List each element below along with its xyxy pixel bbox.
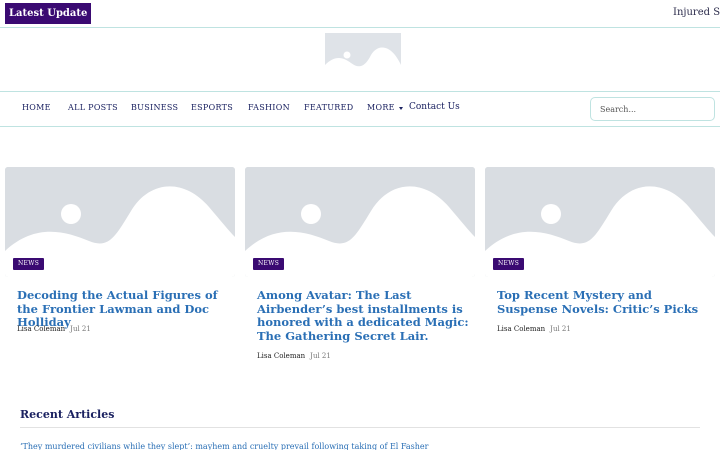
nav-more[interactable]: MORE	[367, 103, 403, 112]
search-input[interactable]	[590, 97, 715, 121]
section-divider	[20, 427, 700, 428]
article-meta: Lisa Coleman Jul 21	[497, 325, 571, 333]
nav-home[interactable]: HOME	[22, 103, 51, 112]
image-placeholder-icon	[325, 33, 401, 83]
nav-fashion[interactable]: FASHION	[248, 103, 290, 112]
publish-date: Jul 21	[70, 325, 91, 333]
ticker-bar: Latest Update Injured Se	[0, 0, 720, 28]
category-badge[interactable]: NEWS	[493, 258, 525, 270]
author-name[interactable]: Lisa Coleman	[17, 325, 65, 333]
category-badge[interactable]: NEWS	[13, 258, 45, 270]
article-meta: Lisa Coleman Jul 21	[257, 352, 331, 360]
nav-featured[interactable]: FEATURED	[304, 103, 354, 112]
nav-esports[interactable]: ESPORTS	[191, 103, 233, 112]
publish-date: Jul 21	[550, 325, 571, 333]
site-logo[interactable]	[325, 33, 401, 83]
publish-date: Jul 21	[310, 352, 331, 360]
nav-all-posts[interactable]: ALL POSTS	[68, 103, 118, 112]
nav-more-label: MORE	[367, 103, 395, 112]
recent-article-link[interactable]: ‘They murdered civilians while they slep…	[20, 442, 428, 450]
article-title[interactable]: Among Avatar: The Last Airbender’s best …	[257, 288, 469, 343]
nav-business[interactable]: BUSINESS	[131, 103, 178, 112]
latest-update-badge: Latest Update	[5, 3, 92, 24]
category-badge[interactable]: NEWS	[253, 258, 285, 270]
main-nav: HOME ALL POSTS BUSINESS ESPORTS FASHION …	[0, 91, 720, 127]
author-name[interactable]: Lisa Coleman	[497, 325, 545, 333]
article-meta: Lisa Coleman Jul 21	[17, 325, 91, 333]
chevron-down-icon	[398, 106, 403, 110]
nav-contact-us[interactable]: Contact Us	[409, 102, 460, 112]
ticker-headline[interactable]: Injured Se	[673, 7, 720, 18]
recent-articles-heading: Recent Articles	[20, 408, 115, 421]
article-title[interactable]: Decoding the Actual Figures of the Front…	[17, 288, 229, 330]
author-name[interactable]: Lisa Coleman	[257, 352, 305, 360]
article-title[interactable]: Top Recent Mystery and Suspense Novels: …	[497, 288, 709, 316]
